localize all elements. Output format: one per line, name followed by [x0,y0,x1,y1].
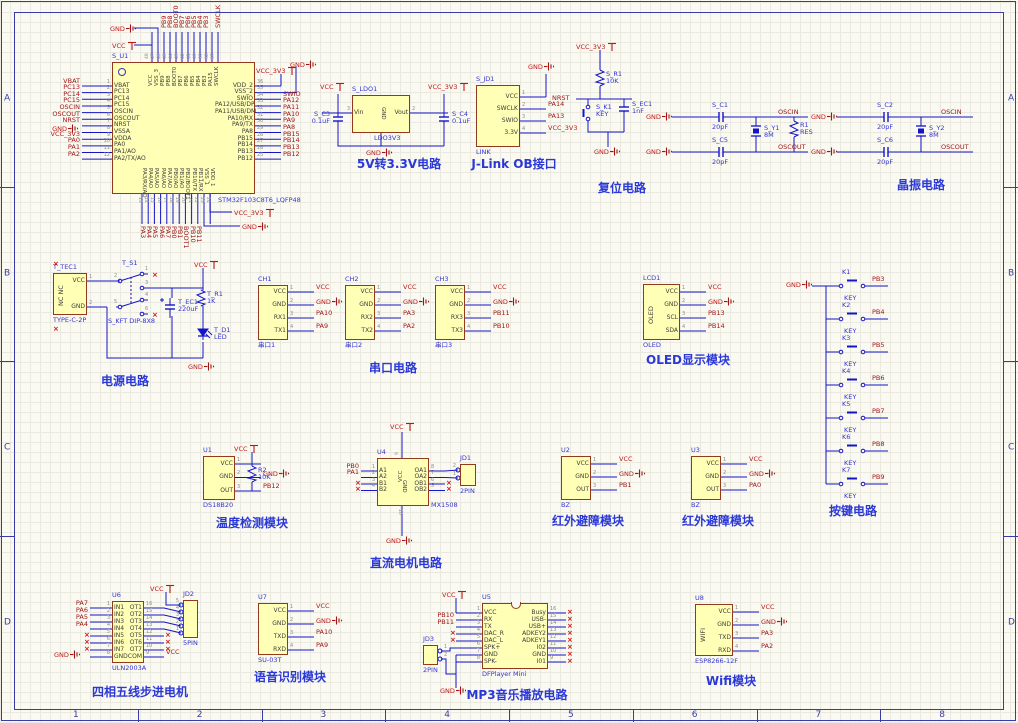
zone-tick [632,710,634,722]
zone-label: 7 [815,710,822,720]
zone-label: C [1008,442,1015,453]
zone-tick [385,710,387,722]
zone-tick [1004,535,1018,537]
zone-tick [0,535,14,537]
zone-tick [0,361,14,362]
zone-label: 2 [196,710,203,720]
zone-label: 6 [691,710,698,720]
zone-tick [1004,361,1018,362]
zone-label: C [4,442,11,453]
zone-label: A [1008,93,1015,104]
zone-tick [137,710,139,722]
zone-tick [509,710,510,722]
zone-label: D [4,617,11,628]
zone-tick [1004,186,1018,188]
zone-label: 1 [73,710,79,720]
zone-label: 8 [939,710,945,720]
sheet-frame-inner [14,12,1004,710]
zone-tick [0,186,14,188]
zone-label: 4 [444,710,450,720]
zone-label: A [4,93,11,104]
zone-label: B [4,268,11,279]
zone-label: 5 [568,710,574,720]
zone-label: B [1008,268,1015,279]
zone-label: D [1008,617,1015,628]
zone-tick [756,710,758,722]
schematic-sheet: S_U1 STM32F103C8T6_LQFP48 1 VBAT VBAT 2 PC13 PC… [0,0,1018,723]
zone-label: 3 [320,710,327,720]
zone-tick [261,710,263,722]
zone-tick [880,710,882,722]
